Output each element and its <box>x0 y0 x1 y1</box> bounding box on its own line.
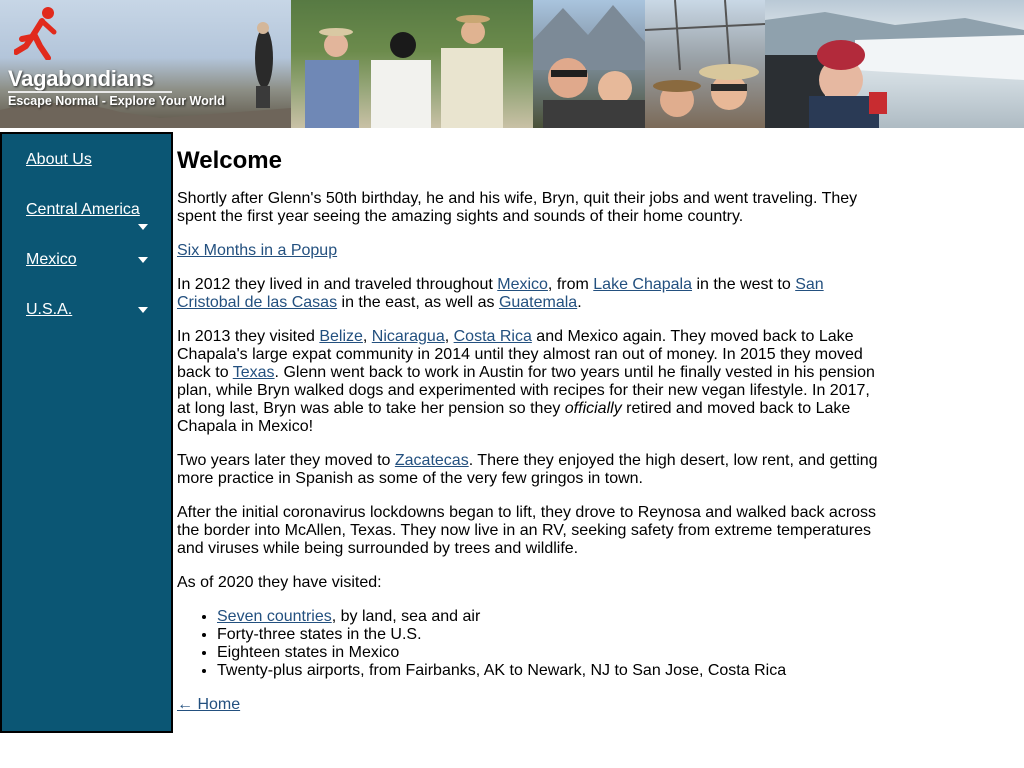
site-tagline: Escape Normal - Explore Your World <box>8 94 225 108</box>
belize-link[interactable]: Belize <box>319 328 363 345</box>
home-link[interactable]: ← Home <box>177 696 240 713</box>
popup-link-paragraph: Six Months in a Popup <box>177 242 882 260</box>
text-span: in the east, as well as <box>337 294 499 311</box>
text-span: . <box>577 294 582 311</box>
caret-down-icon[interactable] <box>138 307 148 313</box>
site-title-underline <box>8 91 172 93</box>
list-item: Twenty-plus airports, from Fairbanks, AK… <box>217 662 882 680</box>
text-span: , by land, sea and air <box>331 608 481 625</box>
home-link-paragraph: ← Home <box>177 696 882 714</box>
header-banner: Vagabondians Escape Normal - Explore You… <box>0 0 1024 128</box>
zacatecas-link[interactable]: Zacatecas <box>395 452 469 469</box>
sidebar-item-usa[interactable]: U.S.A. <box>26 301 151 319</box>
lake-chapala-link[interactable]: Lake Chapala <box>593 276 692 293</box>
sidebar-nav: About Us Central America Mexico U.S.A. <box>0 132 173 733</box>
six-months-popup-link[interactable]: Six Months in a Popup <box>177 242 337 259</box>
text-span: Two years later they moved to <box>177 452 395 469</box>
sidebar-item-label[interactable]: U.S.A. <box>26 301 72 318</box>
sidebar-item-about-us[interactable]: About Us <box>26 151 151 169</box>
main-content: Welcome Shortly after Glenn's 50th birth… <box>177 146 882 730</box>
text-span: in the west to <box>692 276 796 293</box>
running-person-icon[interactable] <box>14 6 60 60</box>
emphasis-officially: officially <box>564 400 622 417</box>
paragraph-2012: In 2012 they lived in and traveled throu… <box>177 276 882 312</box>
paragraph-2013: In 2013 they visited Belize, Nicaragua, … <box>177 328 882 436</box>
paragraph-visited-intro: As of 2020 they have visited: <box>177 574 382 591</box>
page-title: Welcome <box>177 147 282 174</box>
paragraph-zacatecas: Two years later they moved to Zacatecas.… <box>177 452 882 488</box>
sidebar-item-label[interactable]: About Us <box>26 151 92 168</box>
mexico-link[interactable]: Mexico <box>497 276 548 293</box>
intro-paragraph: Shortly after Glenn's 50th birthday, he … <box>177 190 858 225</box>
text-span: , from <box>547 276 594 293</box>
costa-rica-link[interactable]: Costa Rica <box>454 328 532 345</box>
seven-countries-link[interactable]: Seven countries <box>217 608 332 625</box>
text-span: , <box>362 328 372 345</box>
texas-link[interactable]: Texas <box>233 364 275 381</box>
paragraph-coronavirus: After the initial coronavirus lockdowns … <box>177 504 877 557</box>
visited-list: Seven countries, by land, sea and air Fo… <box>177 608 882 680</box>
sidebar-item-central-america[interactable]: Central America <box>26 201 151 230</box>
sidebar-item-mexico[interactable]: Mexico <box>26 251 151 269</box>
banner-photo-couple-hats <box>645 0 765 128</box>
nicaragua-link[interactable]: Nicaragua <box>372 328 445 345</box>
text-span: In 2013 they visited <box>177 328 320 345</box>
banner-photo-couple-mountains <box>533 0 645 128</box>
list-item: Eighteen states in Mexico <box>217 644 882 662</box>
sidebar-item-label[interactable]: Mexico <box>26 251 77 268</box>
guatemala-link[interactable]: Guatemala <box>499 294 577 311</box>
caret-down-icon[interactable] <box>138 257 148 263</box>
list-item: Seven countries, by land, sea and air <box>217 608 882 626</box>
text-span: In 2012 they lived in and traveled throu… <box>177 276 498 293</box>
banner-photo-group <box>291 0 533 128</box>
text-span: , <box>444 328 454 345</box>
sidebar-item-label[interactable]: Central America <box>26 201 140 218</box>
caret-down-icon[interactable] <box>138 224 148 230</box>
list-item: Forty-three states in the U.S. <box>217 626 882 644</box>
banner-photo-glacier <box>765 0 1024 128</box>
site-title[interactable]: Vagabondians <box>8 66 154 92</box>
